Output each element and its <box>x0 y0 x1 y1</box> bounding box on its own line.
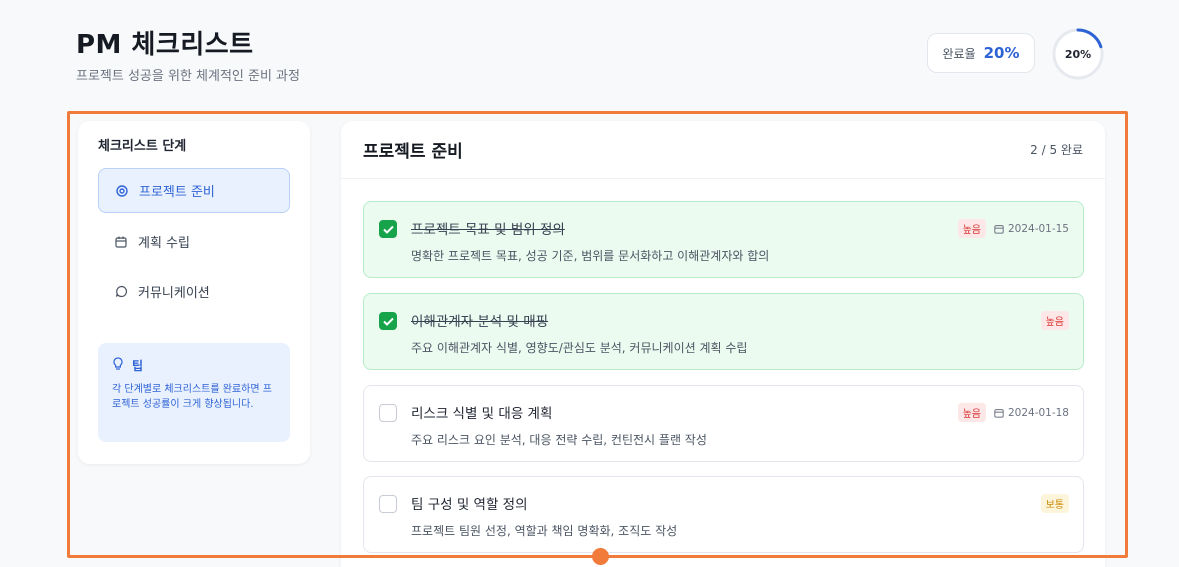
tip-text: 각 단계별로 체크리스트를 완료하면 프로젝트 성공률이 크게 향상됩니다. <box>112 384 272 410</box>
checkmark-icon <box>382 225 394 234</box>
checklist-panel: 프로젝트 준비 2 / 5 완료 프로젝트 목표 및 범위 정의 명확한 프로젝… <box>341 121 1105 567</box>
task-item[interactable]: 프로젝트 목표 및 범위 정의 명확한 프로젝트 목표, 성공 기준, 범위를 … <box>363 201 1084 278</box>
panel-header: 프로젝트 준비 2 / 5 완료 <box>341 121 1105 179</box>
panel-title: 프로젝트 준비 <box>363 142 463 162</box>
task-description: 프로젝트 팀원 선정, 역할과 책임 명확화, 조직도 작성 <box>411 524 678 538</box>
task-title: 팀 구성 및 역할 정의 <box>411 497 528 513</box>
priority-badge: 높음 <box>957 403 986 422</box>
calendar-icon <box>114 235 128 249</box>
lightbulb-icon <box>112 357 124 374</box>
due-date-text: 2024-01-15 <box>1007 222 1069 235</box>
task-item[interactable]: 이해관계자 분석 및 매핑 주요 이해관계자 식별, 영향도/관심도 분석, 커… <box>363 293 1084 370</box>
task-item[interactable]: 팀 구성 및 역할 정의 프로젝트 팀원 선정, 역할과 책임 명확화, 조직도… <box>363 476 1084 553</box>
completion-rate-value: 20% <box>983 44 1020 62</box>
tip-title: 팁 <box>132 359 144 373</box>
calendar-icon <box>994 224 1004 234</box>
task-item[interactable]: 리스크 식별 및 대응 계획 주요 리스크 요인 분석, 대응 전략 수립, 컨… <box>363 385 1084 462</box>
tip-box: 팁 각 단계별로 체크리스트를 완료하면 프로젝트 성공률이 크게 향상됩니다. <box>98 343 290 442</box>
sidebar-item-project-prep[interactable]: 프로젝트 준비 <box>98 168 290 213</box>
checklist-stages-sidebar: 체크리스트 단계 프로젝트 준비 계획 수립 커뮤니케이션 팁 각 단계별로 체… <box>78 121 310 464</box>
completion-count: 2 / 5 완료 <box>1030 143 1083 157</box>
priority-badge: 높음 <box>1040 311 1069 330</box>
sidebar-item-label: 커뮤니케이션 <box>138 286 210 301</box>
task-title: 프로젝트 목표 및 범위 정의 <box>411 222 565 238</box>
sidebar-item-planning[interactable]: 계획 수립 <box>98 219 290 264</box>
task-title: 리스크 식별 및 대응 계획 <box>411 406 553 422</box>
calendar-icon <box>994 408 1004 418</box>
sidebar-title: 체크리스트 단계 <box>98 139 187 154</box>
page-subtitle: 프로젝트 성공을 위한 체계적인 준비 과정 <box>76 69 300 84</box>
task-meta: 보통 <box>1040 494 1069 513</box>
task-description: 주요 이해관계자 식별, 영향도/관심도 분석, 커뮤니케이션 계획 수립 <box>411 341 748 355</box>
task-checkbox[interactable] <box>379 312 397 330</box>
task-meta: 높음 2024-01-18 <box>957 403 1069 422</box>
due-date: 2024-01-15 <box>994 223 1069 235</box>
sidebar-item-communication[interactable]: 커뮤니케이션 <box>98 269 290 314</box>
due-date-text: 2024-01-18 <box>1007 406 1069 419</box>
priority-badge: 높음 <box>957 219 986 238</box>
due-date: 2024-01-18 <box>994 407 1069 419</box>
tip-header: 팁 <box>112 357 276 374</box>
completion-rate-label: 완료율 <box>942 46 976 61</box>
task-checkbox[interactable] <box>379 220 397 238</box>
gear-icon <box>115 184 129 198</box>
task-checkbox[interactable] <box>379 495 397 513</box>
task-description: 명확한 프로젝트 목표, 성공 기준, 범위를 문서화하고 이해관계자와 합의 <box>411 249 770 263</box>
sidebar-item-label: 계획 수립 <box>138 236 190 251</box>
checkmark-icon <box>382 317 394 326</box>
completion-rate-card: 완료율 20% <box>927 33 1035 73</box>
task-checkbox[interactable] <box>379 404 397 422</box>
task-title: 이해관계자 분석 및 매핑 <box>411 314 549 330</box>
page-title: PM 체크리스트 <box>76 30 254 60</box>
task-description: 주요 리스크 요인 분석, 대응 전략 수립, 컨틴전시 플랜 작성 <box>411 433 707 447</box>
sidebar-item-label: 프로젝트 준비 <box>139 185 215 200</box>
progress-ring-text: 20% <box>1064 47 1092 61</box>
priority-badge: 보통 <box>1040 494 1069 513</box>
resize-handle[interactable] <box>592 548 609 565</box>
task-meta: 높음 2024-01-15 <box>957 219 1069 238</box>
chat-bubble-icon <box>114 285 128 299</box>
task-meta: 높음 <box>1040 311 1069 330</box>
page-header: PM 체크리스트 프로젝트 성공을 위한 체계적인 준비 과정 <box>76 24 300 84</box>
